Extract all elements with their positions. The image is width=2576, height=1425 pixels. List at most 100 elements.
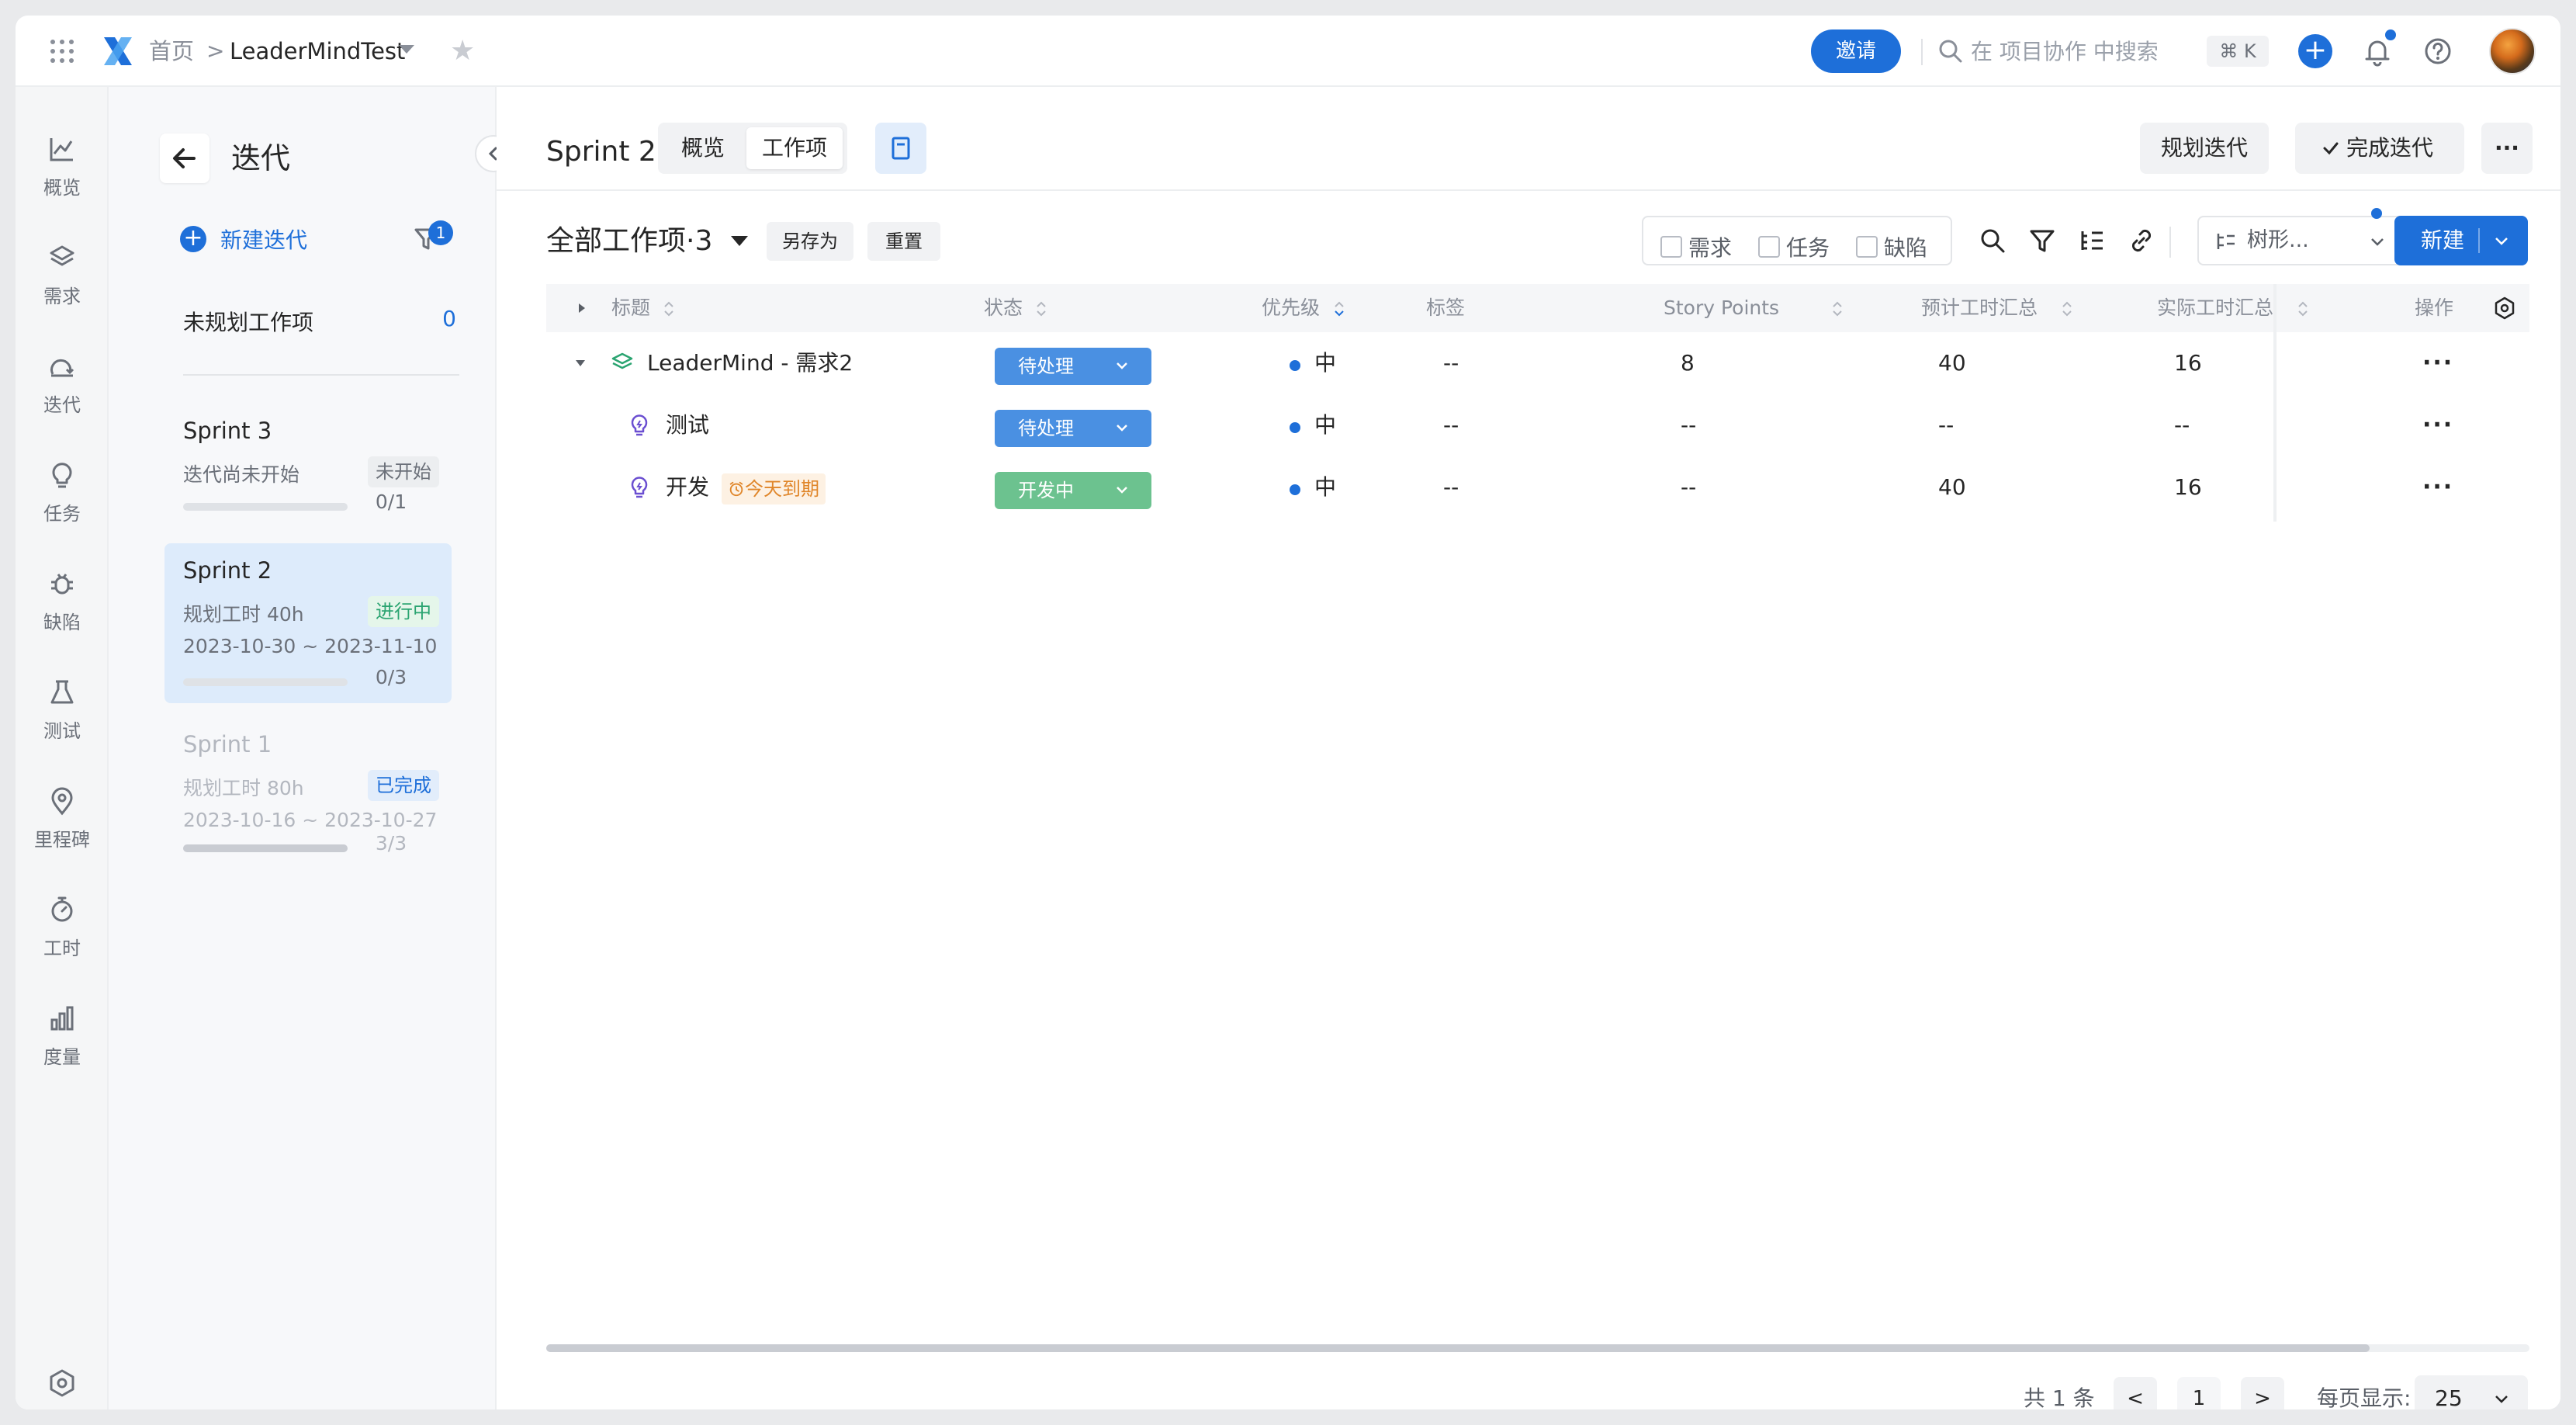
view-filter-caret-icon[interactable]: [731, 236, 748, 246]
sprint-card[interactable]: Sprint 3 迭代尚未开始 未开始 0/1: [164, 404, 452, 543]
project-dropdown-caret-icon[interactable]: [399, 45, 414, 54]
filter-bug-checkbox[interactable]: 缺陷: [1856, 231, 1927, 262]
checkbox[interactable]: [1758, 236, 1780, 258]
priority-label[interactable]: 中: [1314, 394, 1336, 456]
plan-iteration-button[interactable]: 规划迭代: [2140, 123, 2269, 174]
document-button[interactable]: [875, 123, 926, 174]
app-logo-icon[interactable]: [99, 33, 137, 70]
tags-cell[interactable]: --: [1443, 394, 1459, 456]
search-icon[interactable]: [1977, 225, 2008, 256]
nav-item-iterations[interactable]: 迭代: [16, 335, 109, 428]
tab-work-items[interactable]: 工作项: [746, 127, 843, 169]
expand-all-caret-icon[interactable]: [574, 300, 590, 316]
column-settings-icon[interactable]: [2492, 296, 2517, 321]
sort-icon[interactable]: [2297, 298, 2309, 320]
sort-icon[interactable]: [2061, 298, 2073, 320]
complete-iteration-button[interactable]: 完成迭代: [2295, 123, 2464, 174]
progress-text: 3/3: [375, 832, 407, 855]
priority-label[interactable]: 中: [1314, 332, 1336, 394]
story-points-cell[interactable]: --: [1681, 394, 1696, 456]
checkbox[interactable]: [1660, 236, 1682, 258]
story-points-cell[interactable]: 8: [1681, 332, 1695, 394]
page-size-select[interactable]: 25: [2415, 1375, 2528, 1409]
nav-item-testing[interactable]: 测试: [16, 661, 109, 754]
sprint-card[interactable]: Sprint 1 规划工时 80h 已完成 2023-10-16 ~ 2023-…: [164, 717, 452, 877]
nav-item-bugs[interactable]: 缺陷: [16, 553, 109, 646]
row-more-button[interactable]: ···: [2422, 456, 2453, 518]
story-points-cell[interactable]: --: [1681, 456, 1696, 518]
horizontal-scrollbar[interactable]: [546, 1344, 2529, 1352]
nav-item-milestones[interactable]: 里程碑: [16, 770, 109, 863]
new-iteration-label: 新建迭代: [220, 227, 308, 253]
nav-item-overview[interactable]: 概览: [16, 118, 109, 211]
scrollbar-thumb[interactable]: [546, 1344, 2370, 1352]
nav-item-requirements[interactable]: 需求: [16, 227, 109, 320]
nav-item-metrics[interactable]: 度量: [16, 987, 109, 1080]
flask-icon: [50, 680, 74, 704]
status-dropdown[interactable]: 待处理: [995, 348, 1151, 385]
sort-icon[interactable]: [663, 298, 675, 320]
reset-button[interactable]: 重置: [867, 222, 940, 261]
table-row[interactable]: LeaderMind - 需求2 待处理 中 -- 8 40 16 ···: [546, 332, 2529, 394]
breadcrumb-home[interactable]: 首页: [149, 33, 194, 70]
filter-requirement-checkbox[interactable]: 需求: [1660, 231, 1732, 262]
breadcrumb-project[interactable]: LeaderMindTest: [230, 33, 405, 70]
nav-item-tasks[interactable]: 任务: [16, 444, 109, 537]
view-mode-select[interactable]: 树形...: [2197, 216, 2404, 265]
requirement-layers-icon: [611, 352, 633, 369]
more-actions-button[interactable]: ···: [2481, 123, 2533, 174]
row-title[interactable]: LeaderMind - 需求2: [647, 332, 853, 394]
favorite-star-icon[interactable]: ★: [450, 33, 475, 70]
table-row[interactable]: 测试 待处理 中 -- -- -- -- ···: [546, 394, 2529, 456]
apps-grid-icon[interactable]: [47, 36, 78, 67]
table-row[interactable]: 开发 今天到期 开发中 中 -- -- 40 16 ···: [546, 456, 2529, 518]
help-icon[interactable]: [2421, 34, 2455, 68]
layers-icon: [50, 245, 74, 266]
new-work-item-button[interactable]: 新建: [2394, 216, 2528, 265]
prev-page-button[interactable]: <: [2114, 1377, 2157, 1409]
row-more-button[interactable]: ···: [2422, 394, 2453, 456]
invite-button[interactable]: 邀请: [1811, 29, 1901, 73]
tab-overview[interactable]: 概览: [663, 127, 743, 169]
settings-icon[interactable]: [47, 1368, 78, 1399]
nav-item-worktime[interactable]: 工时: [16, 879, 109, 972]
tags-cell[interactable]: --: [1443, 456, 1459, 518]
unplanned-count: 0: [442, 306, 456, 331]
filter-task-checkbox[interactable]: 任务: [1758, 231, 1830, 262]
column-story-points[interactable]: Story Points: [1664, 284, 1779, 332]
view-filter-title[interactable]: 全部工作项·3: [546, 220, 712, 262]
column-title[interactable]: 标题: [611, 284, 650, 332]
status-dropdown[interactable]: 开发中: [995, 472, 1151, 509]
row-more-button[interactable]: ···: [2422, 332, 2453, 394]
column-status[interactable]: 状态: [984, 284, 1023, 332]
chevron-down-icon[interactable]: [2492, 231, 2511, 250]
collapse-caret-icon[interactable]: [573, 355, 588, 371]
global-search-input[interactable]: [1971, 31, 2204, 71]
next-page-button[interactable]: >: [2241, 1377, 2284, 1409]
filter-icon[interactable]: [2027, 225, 2058, 256]
search-icon: [1939, 40, 1962, 63]
status-dropdown[interactable]: 待处理: [995, 410, 1151, 447]
new-iteration-button[interactable]: + 新建迭代: [180, 224, 307, 255]
checkbox[interactable]: [1856, 236, 1878, 258]
current-page[interactable]: 1: [2177, 1377, 2221, 1409]
column-actual-hours[interactable]: 实际工时汇总: [2157, 284, 2273, 332]
link-icon[interactable]: [2126, 225, 2157, 256]
sort-icon[interactable]: [1035, 298, 1047, 320]
sort-icon[interactable]: [1831, 298, 1844, 320]
column-estimated-hours[interactable]: 预计工时汇总: [1921, 284, 2038, 332]
priority-label[interactable]: 中: [1314, 456, 1336, 518]
save-as-button[interactable]: 另存为: [767, 222, 853, 261]
row-title[interactable]: 开发: [666, 456, 709, 518]
column-priority[interactable]: 优先级: [1262, 284, 1320, 332]
quick-create-button[interactable]: +: [2298, 34, 2332, 68]
user-avatar[interactable]: [2489, 28, 2536, 75]
tags-cell[interactable]: --: [1443, 332, 1459, 394]
row-title[interactable]: 测试: [666, 394, 709, 456]
sprint-card-selected[interactable]: Sprint 2 规划工时 40h 进行中 2023-10-30 ~ 2023-…: [164, 543, 452, 703]
unplanned-items-link[interactable]: 未规划工作项: [183, 306, 313, 337]
column-tags[interactable]: 标签: [1426, 284, 1465, 332]
sort-icon[interactable]: [1333, 298, 1345, 320]
field-list-icon[interactable]: [2076, 225, 2107, 256]
back-button[interactable]: [160, 133, 209, 183]
